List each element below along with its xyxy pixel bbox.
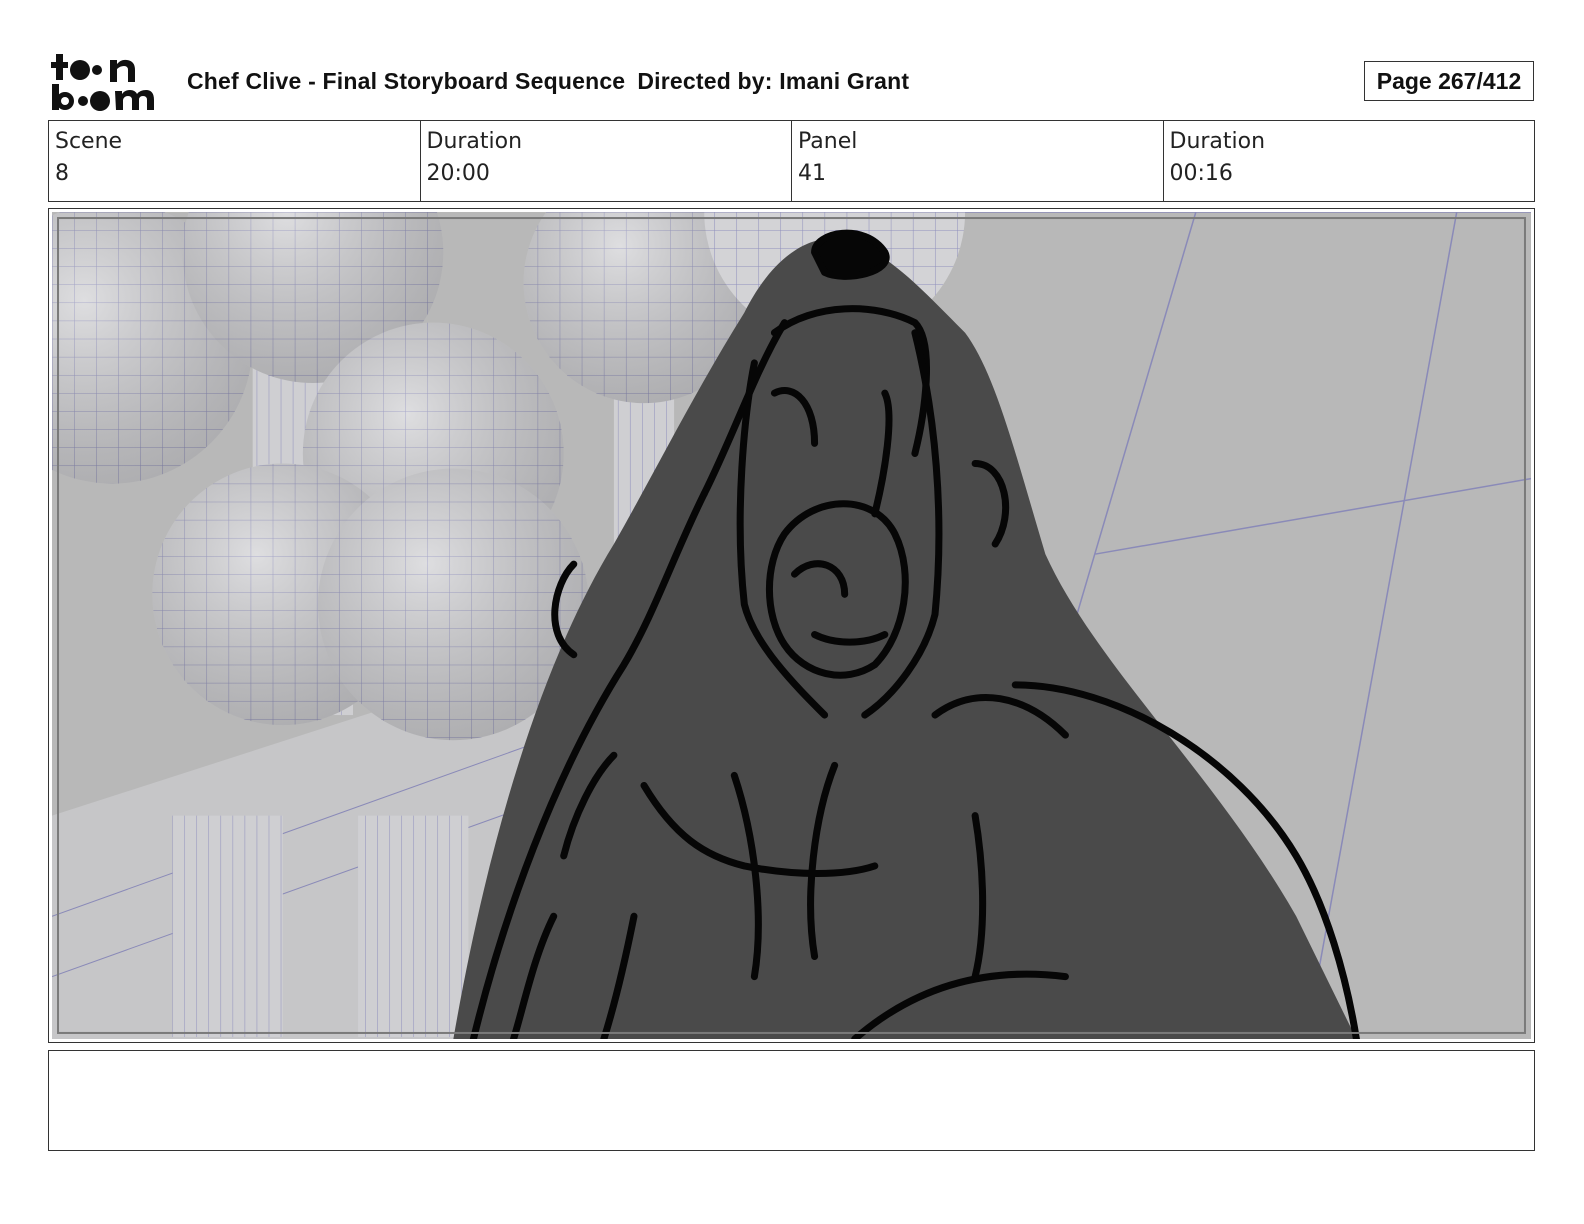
scene-duration-cell: Duration 20:00 [419,121,792,201]
sequence-title: Chef Clive - Final Storyboard Sequence [187,68,626,94]
scene-duration-value: 20:00 [426,161,490,186]
page-number-box: Page 267/412 [1364,61,1534,101]
scene-info-table: Scene 8 Duration 20:00 Panel 41 Duration… [48,120,1535,202]
panel-notes-box [48,1050,1535,1151]
director-credit: Directed by: Imani Grant [637,68,910,94]
page-number: Page 267/412 [1376,67,1522,94]
panel-value: 41 [798,161,826,186]
panel-duration-value: 00:16 [1169,161,1233,186]
toon-boom-logo [50,50,162,112]
scene-value: 8 [55,161,69,186]
panel-cell: Panel 41 [791,121,1163,201]
storyboard-panel [48,208,1535,1043]
panel-label: Panel [798,129,858,154]
panel-duration-label: Duration [1169,129,1266,154]
document-title: Chef Clive - Final Storyboard Sequence Di… [187,64,909,98]
panel-duration-cell: Duration 00:16 [1162,121,1535,201]
scene-duration-label: Duration [426,129,523,154]
scene-cell: Scene 8 [49,121,420,201]
scene-label: Scene [55,129,123,154]
panel-drawing [52,212,1531,1039]
